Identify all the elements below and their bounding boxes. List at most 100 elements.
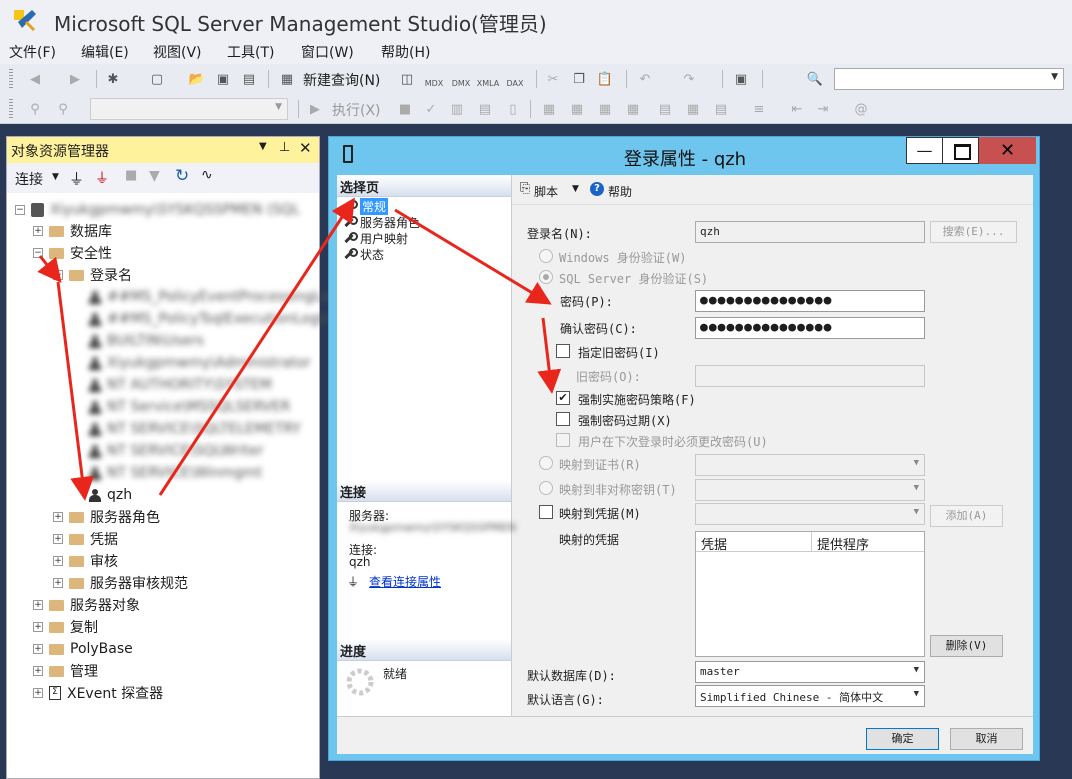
connect-icon[interactable]: ⚲ [26, 100, 44, 118]
tree-login-item[interactable]: NT AUTHORITY\SYSTEM [89, 374, 272, 396]
close-icon[interactable]: ✕ [299, 139, 312, 157]
tree-login-item[interactable]: NT SERVICE\SQLTELEMETRY [89, 418, 301, 440]
pin-icon[interactable]: ⊥ [279, 140, 290, 155]
must-change-checkbox[interactable] [556, 433, 570, 447]
new-query-button[interactable]: 新建查询(N) [303, 70, 380, 90]
plug-icon[interactable]: ⏚ [69, 168, 84, 189]
debug-icon[interactable]: ▥ [448, 100, 466, 118]
tree-security[interactable]: − 安全性 [33, 242, 112, 264]
execute-icon[interactable]: ▶ [306, 100, 324, 118]
new-file-icon[interactable]: ▢ [148, 70, 166, 88]
available-databases-combo[interactable]: ▼ [90, 98, 288, 120]
page-server-roles[interactable]: 服务器角色 [343, 214, 420, 230]
tree-login-item[interactable]: NT SERVICE\Winmgmt [89, 462, 262, 484]
client-stats-icon[interactable]: ▦ [624, 100, 642, 118]
script-dropdown-icon[interactable]: ▼ [572, 184, 579, 194]
open-file-icon[interactable]: 📂 [188, 70, 206, 88]
results-to-file-icon[interactable]: ▤ [712, 100, 730, 118]
dmx-query-icon[interactable]: DMX [452, 74, 471, 92]
windows-auth-radio[interactable] [539, 249, 553, 263]
enforce-expiration-checkbox[interactable] [556, 412, 570, 426]
maximize-button[interactable] [942, 137, 979, 164]
connect-button[interactable]: 连接 [15, 169, 43, 189]
menu-file[interactable]: 文件(F) [9, 42, 56, 62]
toolbar-grip-2[interactable] [9, 99, 13, 119]
dropdown-icon[interactable]: ▼ [259, 141, 267, 152]
tree-login-item[interactable]: BUILTIN\Users [89, 330, 204, 352]
indent-icon[interactable]: ⇥ [814, 100, 832, 118]
grid-col-credential[interactable]: 凭据 [696, 532, 812, 553]
specify-template-icon[interactable]: @ [852, 100, 870, 118]
tree-server-objects[interactable]: + 服务器对象 [33, 594, 140, 616]
cut-icon[interactable]: ✂ [544, 70, 562, 88]
login-name-field[interactable]: qzh [695, 221, 925, 243]
tree-databases[interactable]: + 数据库 [33, 220, 112, 242]
save-icon[interactable]: ▣ [214, 70, 232, 88]
results-to-grid-icon[interactable]: ▦ [684, 100, 702, 118]
refresh-icon[interactable]: ↻ [175, 166, 189, 186]
intellisense-icon[interactable]: ▦ [540, 100, 558, 118]
credential-combo[interactable]: ▼ [695, 503, 925, 525]
enforce-policy-checkbox[interactable]: ✔ [556, 391, 570, 405]
tree-login-item[interactable]: NT SERVICE\SQLWriter [89, 440, 263, 462]
old-password-field[interactable] [695, 365, 925, 387]
include-plan-icon[interactable]: ▦ [568, 100, 586, 118]
find-icon[interactable]: 🔍 [806, 70, 824, 88]
undo-icon[interactable]: ↶ [636, 70, 654, 88]
connect-dropdown-icon[interactable]: ▼ [52, 172, 59, 182]
toolbar-grip[interactable] [9, 69, 13, 89]
db-engine-query-icon[interactable]: ◫ [398, 70, 416, 88]
tree-credentials[interactable]: + 凭据 [53, 528, 118, 550]
menu-view[interactable]: 视图(V) [153, 42, 202, 62]
default-language-combo[interactable]: Simplified Chinese - 简体中文 ▼ [695, 685, 925, 707]
asym-key-combo[interactable]: ▼ [695, 479, 925, 501]
tree-management[interactable]: + 管理 [33, 660, 98, 682]
activity-icon[interactable]: ∿ [201, 167, 213, 183]
tree-polybase[interactable]: + PolyBase [33, 638, 133, 660]
page-status[interactable]: 状态 [343, 246, 384, 262]
query-options-icon[interactable]: ▯ [504, 100, 522, 118]
tree-server[interactable]: − Xiyukgpmwmy\SYSKQSSPMEN (SQL [15, 199, 300, 221]
page-user-mapping[interactable]: 用户映射 [343, 230, 408, 246]
sql-auth-radio[interactable] [539, 270, 553, 284]
tree-login-item[interactable]: ##MS_PolicyTsqlExecutionLogin## [89, 308, 355, 330]
tree-replication[interactable]: + 复制 [33, 616, 98, 638]
back-icon[interactable]: ◀ [26, 70, 44, 88]
script-button[interactable]: 脚本 [534, 183, 558, 200]
tree-audits[interactable]: + 审核 [53, 550, 118, 572]
comment-icon[interactable]: ≡ [750, 100, 768, 118]
stop-icon[interactable]: ■ [125, 168, 137, 183]
tree-xevent[interactable]: + Σ XEvent 探查器 [33, 682, 163, 704]
cancel-button[interactable]: 取消 [950, 728, 1023, 750]
find-combo[interactable]: ▼ [834, 68, 1064, 90]
grid-col-provider[interactable]: 提供程序 [812, 532, 924, 553]
map-certificate-radio[interactable] [539, 456, 553, 470]
remove-button[interactable]: 删除(V) [930, 635, 1003, 657]
certificate-combo[interactable]: ▼ [695, 454, 925, 476]
tree-login-item[interactable]: NT Service\MSSQLSERVER [89, 396, 290, 418]
stop-icon[interactable]: ■ [396, 100, 414, 118]
default-database-combo[interactable]: master ▼ [695, 661, 925, 683]
tree-logins[interactable]: − 登录名 [53, 264, 132, 286]
mdx-query-icon[interactable]: MDX [425, 74, 444, 92]
change-connection-icon[interactable]: ⚲ [54, 100, 72, 118]
map-credential-checkbox[interactable] [539, 505, 553, 519]
tree-audit-specs[interactable]: + 服务器审核规范 [53, 572, 188, 594]
tree-login-qzh[interactable]: qzh [89, 484, 132, 506]
minimize-button[interactable]: — [906, 137, 943, 164]
help-button[interactable]: 帮助 [608, 183, 632, 200]
mapped-credentials-grid[interactable]: 凭据 提供程序 [695, 531, 925, 657]
forward-icon[interactable]: ▶ [66, 70, 84, 88]
add-button[interactable]: 添加(A) [930, 505, 1003, 527]
new-query-icon[interactable]: ▦ [278, 70, 296, 88]
new-project-icon[interactable]: ✱ [104, 70, 122, 88]
tree-login-item[interactable]: Xiyukgpmwmy\Administrator [89, 352, 311, 374]
execute-button[interactable]: 执行(X) [332, 100, 381, 120]
confirm-password-field[interactable]: ●●●●●●●●●●●●●●● [695, 317, 925, 339]
save-all-icon[interactable]: ▤ [240, 70, 258, 88]
tree-server-roles[interactable]: + 服务器角色 [53, 506, 160, 528]
close-button[interactable]: ✕ [979, 137, 1036, 164]
paste-icon[interactable]: 📋 [596, 70, 614, 88]
xmla-query-icon[interactable]: XMLA [477, 74, 500, 92]
copy-icon[interactable]: ❐ [570, 70, 588, 88]
